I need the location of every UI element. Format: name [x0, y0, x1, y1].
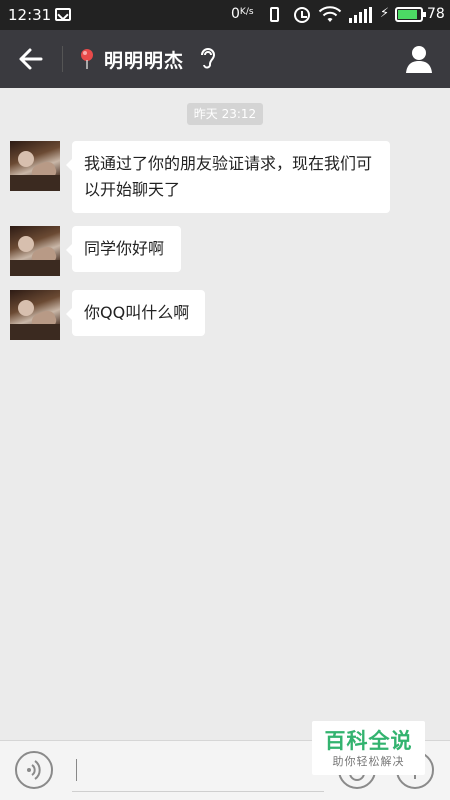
signal-icon: [349, 7, 372, 23]
message-bubble[interactable]: 同学你好啊: [66, 226, 181, 272]
contact-profile-button[interactable]: [404, 44, 434, 74]
avatar[interactable]: [10, 226, 60, 276]
chat-header: 明明明杰: [0, 30, 450, 88]
wifi-icon: [318, 6, 342, 22]
status-time: 12:31: [8, 6, 52, 24]
message-bubble[interactable]: 我通过了你的朋友验证请求，现在我们可以开始聊天了: [66, 141, 390, 213]
battery-icon: [395, 7, 426, 22]
header-divider: [62, 46, 63, 72]
alarm-icon: [294, 7, 310, 23]
voice-button[interactable]: [15, 751, 53, 789]
message-bubble[interactable]: 你QQ叫什么啊: [66, 290, 205, 336]
status-bar: 12:31 0K/s ⚡ 78: [0, 0, 450, 30]
vibrate-icon: [270, 7, 279, 22]
network-speed-unit: K/s: [239, 7, 254, 17]
avatar[interactable]: [10, 290, 60, 340]
chat-title: 明明明杰: [104, 50, 185, 72]
earpiece-icon[interactable]: [198, 46, 218, 70]
avatar[interactable]: [10, 141, 60, 191]
voice-icon: [27, 760, 41, 780]
location-pin-icon: [81, 49, 93, 69]
charging-icon: ⚡: [380, 6, 390, 21]
watermark-logo: 百科全说 助你轻松解决: [312, 721, 425, 775]
watermark-subtitle: 助你轻松解决: [332, 755, 405, 768]
network-speed-value: 0: [231, 6, 240, 22]
battery-fill: [398, 10, 417, 19]
text-cursor: [76, 759, 77, 781]
network-speed: 0K/s: [231, 6, 254, 22]
message-timestamp: 昨天 23:12: [187, 103, 263, 125]
image-notification-icon: [55, 8, 71, 21]
watermark-title: 百科全说: [324, 729, 413, 753]
arrow-left-icon: [19, 48, 43, 70]
person-icon: [406, 46, 432, 73]
back-button[interactable]: [12, 42, 48, 76]
message-text-input[interactable]: [72, 753, 324, 792]
battery-percent: 78: [427, 6, 445, 22]
